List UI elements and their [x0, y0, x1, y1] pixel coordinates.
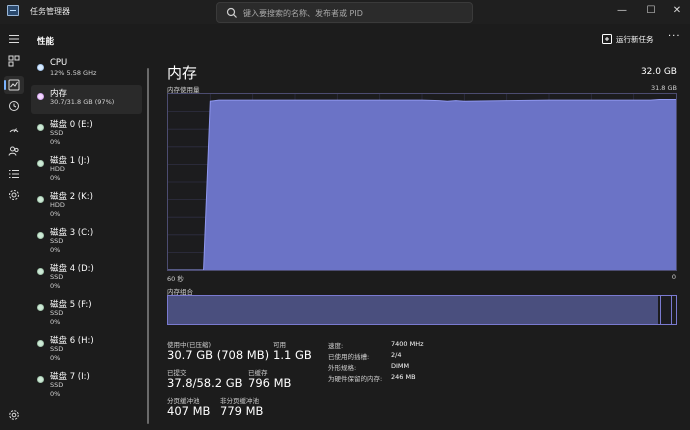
device-utilization: 0%: [50, 174, 61, 182]
device-list: CPU 12% 5.58 GHz 内存 30.7/31.8 GB (97%) 磁盘 0 …: [31, 56, 142, 430]
performance-icon[interactable]: [4, 76, 24, 94]
services-icon[interactable]: [4, 186, 24, 204]
details-icon[interactable]: [4, 165, 24, 183]
device-status-dot: [37, 196, 44, 203]
device-status-dot: [37, 268, 44, 275]
device-status-dot: [37, 124, 44, 131]
device-utilization: 0%: [50, 390, 61, 398]
device-detail: HDD: [50, 201, 65, 209]
memory-usage-max: 31.8 GB: [650, 84, 677, 92]
device-item[interactable]: 磁盘 2 (K:) HDD 0%: [31, 188, 142, 218]
device-utilization: 0%: [50, 210, 61, 218]
memory-title: 内存: [167, 64, 198, 82]
device-detail: SSD: [50, 345, 64, 353]
search-icon: [226, 7, 237, 18]
users-icon[interactable]: [4, 142, 24, 160]
search-input[interactable]: [243, 6, 467, 20]
device-detail: 12% 5.58 GHz: [50, 69, 97, 77]
device-item[interactable]: 磁盘 7 (I:) SSD 0%: [31, 368, 142, 398]
device-status-dot: [37, 160, 44, 167]
menu-icon[interactable]: [4, 30, 24, 48]
graph-time-right-label: 0: [671, 273, 676, 281]
device-item[interactable]: 磁盘 6 (H:) SSD 0%: [31, 332, 142, 362]
memory-total: 32.0 GB: [640, 67, 677, 77]
form-factor-value: DIMM: [391, 362, 410, 370]
device-detail: SSD: [50, 381, 64, 389]
nav-rail: [0, 24, 28, 430]
nonpaged-pool-value: 779 MB: [220, 404, 264, 418]
device-utilization: 0%: [50, 282, 61, 290]
device-item[interactable]: CPU 12% 5.58 GHz: [31, 56, 142, 85]
slots-used-label: 已使用的插槽:: [328, 353, 370, 361]
device-list-scrollbar[interactable]: [147, 68, 149, 424]
page-title: 性能: [37, 37, 55, 47]
device-status-dot: [37, 376, 44, 383]
window-title: 任务管理器: [30, 7, 70, 16]
device-status-dot: [37, 340, 44, 347]
close-icon: ✕: [672, 4, 682, 16]
device-detail: HDD: [50, 165, 65, 173]
device-detail: 30.7/31.8 GB (97%): [50, 98, 115, 106]
device-item[interactable]: 内存 30.7/31.8 GB (97%): [31, 85, 142, 114]
hardware-reserved-value: 246 MB: [391, 373, 416, 381]
close-button[interactable]: ✕: [662, 0, 690, 20]
device-status-dot: [37, 232, 44, 239]
more-options-button[interactable]: ···: [668, 31, 681, 42]
settings-icon[interactable]: [4, 406, 24, 424]
device-item[interactable]: 磁盘 4 (D:) SSD 0%: [31, 260, 142, 290]
app-history-icon[interactable]: [4, 97, 24, 115]
startup-apps-icon[interactable]: [4, 120, 24, 138]
run-task-icon: [602, 34, 612, 44]
search-box[interactable]: [216, 2, 473, 23]
device-detail: SSD: [50, 273, 64, 281]
device-status-dot: [37, 93, 44, 100]
device-item[interactable]: 磁盘 3 (C:) SSD 0%: [31, 224, 142, 254]
in-use-value: 30.7 GB (708 MB): [167, 348, 270, 362]
memory-usage-area: [168, 99, 676, 270]
processes-icon[interactable]: [4, 52, 24, 70]
run-new-task-button[interactable]: 运行新任务: [602, 30, 654, 48]
composition-standby-segment: [659, 296, 673, 324]
maximize-icon: ☐: [646, 4, 656, 16]
device-utilization: 0%: [50, 138, 61, 146]
paged-pool-value: 407 MB: [167, 404, 211, 418]
device-item[interactable]: 磁盘 1 (J:) HDD 0%: [31, 152, 142, 182]
device-status-dot: [37, 304, 44, 311]
composition-in-use-segment: [168, 296, 659, 324]
memory-usage-graph: [167, 93, 677, 271]
task-manager-app-icon: [7, 5, 19, 16]
device-utilization: 0%: [50, 318, 61, 326]
hardware-reserved-label: 为硬件保留的内存:: [328, 375, 383, 383]
form-factor-label: 外形规格:: [328, 364, 357, 372]
device-utilization: 0%: [50, 246, 61, 254]
device-item[interactable]: 磁盘 5 (F:) SSD 0%: [31, 296, 142, 326]
device-detail: SSD: [50, 129, 64, 137]
title-bar: 任务管理器 — ☐ ✕: [0, 0, 690, 24]
device-detail: SSD: [50, 309, 64, 317]
device-name: CPU: [50, 58, 68, 68]
device-item[interactable]: 磁盘 0 (E:) SSD 0%: [31, 116, 142, 146]
device-status-dot: [37, 64, 44, 71]
available-value: 1.1 GB: [273, 348, 312, 362]
speed-value: 7400 MHz: [391, 340, 424, 348]
device-detail: SSD: [50, 237, 64, 245]
minimize-button[interactable]: —: [607, 0, 637, 20]
cached-value: 796 MB: [248, 376, 292, 390]
speed-label: 速度:: [328, 342, 344, 350]
graph-time-left-label: 60 秒: [167, 275, 184, 283]
committed-value: 37.8/58.2 GB: [167, 376, 243, 390]
device-utilization: 0%: [50, 354, 61, 362]
memory-composition-bar: [167, 295, 677, 325]
run-new-task-label: 运行新任务: [616, 34, 654, 44]
minimize-icon: —: [617, 4, 627, 16]
slots-used-value: 2/4: [391, 351, 402, 359]
